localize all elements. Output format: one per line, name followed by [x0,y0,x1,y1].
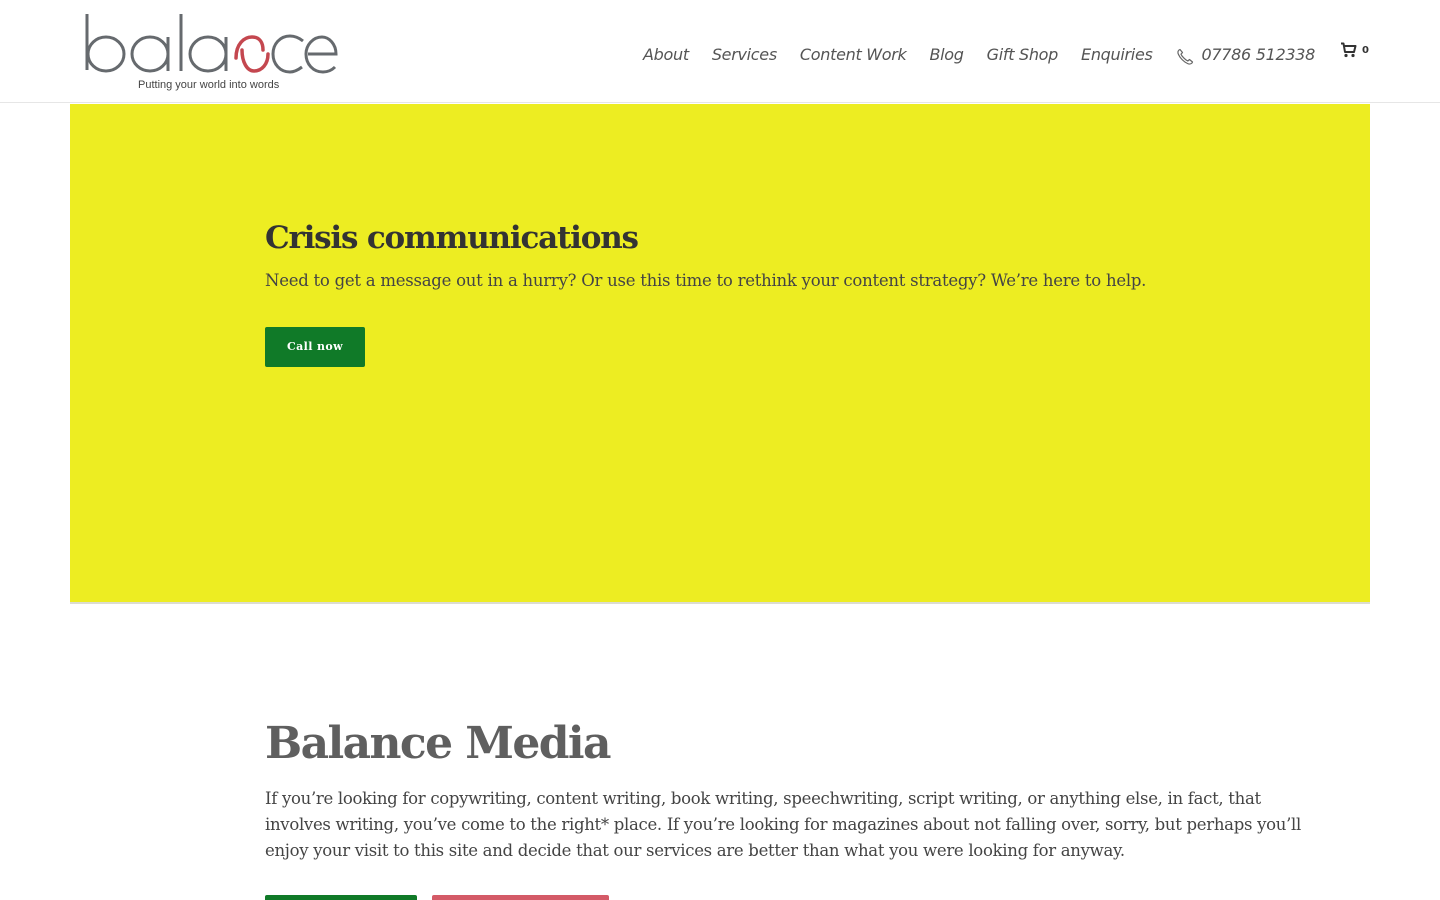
cart-count: 0 [1362,44,1369,56]
nav-item-services[interactable]: Services [712,45,777,64]
hero-banner: Crisis communications Need to get a mess… [70,104,1370,604]
intro-text-line: If you’re looking for copywriting, conte… [265,789,1261,808]
cart-link[interactable]: 0 [1340,42,1369,58]
intro-text-line: enjoy your visit to this site and decide… [265,841,1125,860]
phone-icon [1176,48,1194,66]
cart-icon [1340,42,1357,58]
nav-item-gift-shop[interactable]: Gift Shop [987,45,1059,64]
primary-cta-button[interactable] [265,895,417,900]
nav-item-blog[interactable]: Blog [929,45,963,64]
secondary-cta-button[interactable] [432,895,609,900]
logo-tagline: Putting your world into words [138,79,280,91]
phone-number: 07786 512338 [1201,44,1316,64]
nav-item-enquiries[interactable]: Enquiries [1081,45,1153,64]
nav-item-content-work[interactable]: Content Work [800,45,907,64]
intro-paragraph: If you’re looking for copywriting, conte… [265,786,1315,864]
site-header: Putting your world into words About Serv… [0,0,1440,103]
intro-text-line: involves writing, you’ve come to the rig… [265,815,1301,834]
main-nav: About Services Content Work Blog Gift Sh… [643,43,1348,65]
site-logo[interactable]: Putting your world into words [84,10,340,94]
call-now-button[interactable]: Call now [265,327,365,367]
nav-item-about[interactable]: About [643,45,689,64]
hero-text: Need to get a message out in a hurry? Or… [265,271,1147,290]
hero-title: Crisis communications [265,220,639,256]
nav-phone-link[interactable]: 07786 512338 [1176,42,1315,66]
page-title: Balance Media [265,718,612,769]
